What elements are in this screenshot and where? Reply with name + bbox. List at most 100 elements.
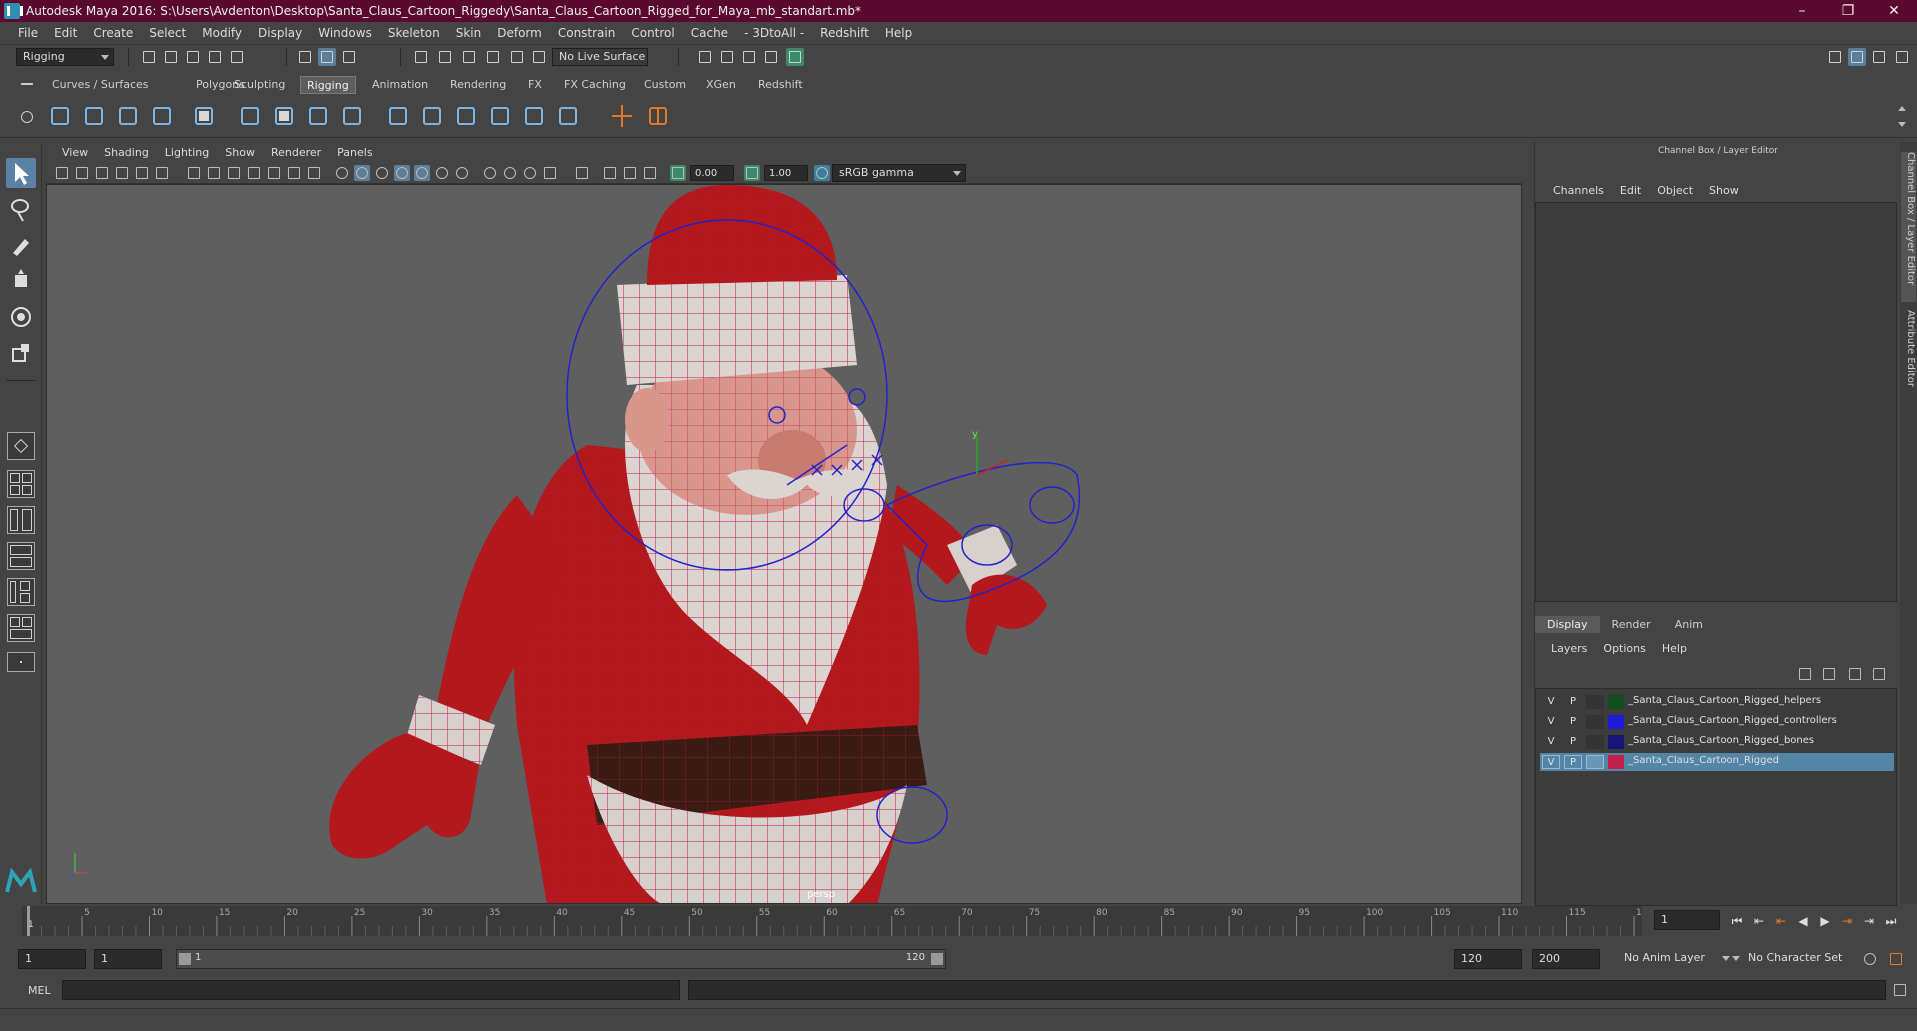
layers-menu[interactable]: Layers <box>1543 642 1595 655</box>
menu-control[interactable]: Control <box>623 26 682 40</box>
single-perspective-layout-icon[interactable] <box>7 432 35 460</box>
select-by-hierarchy-icon[interactable] <box>296 48 314 66</box>
time-slider[interactable]: 5 10 15 20 25 30 35 40 45 50 55 60 65 70 75 80 85 90 95 100… <box>22 906 1653 936</box>
cluster-icon[interactable] <box>338 101 366 131</box>
isolate-select-icon[interactable] <box>574 165 590 181</box>
menu-skin[interactable]: Skin <box>448 26 490 40</box>
select-camera-icon[interactable] <box>54 165 70 181</box>
viewport-menu-panels[interactable]: Panels <box>329 146 380 159</box>
snap-curve-icon[interactable] <box>436 48 454 66</box>
menu-edit[interactable]: Edit <box>46 26 85 40</box>
humanik-icon[interactable] <box>190 101 218 131</box>
go-to-end-icon[interactable]: ⏭ <box>1884 914 1898 928</box>
menu-skeleton[interactable]: Skeleton <box>380 26 448 40</box>
shelf-settings-icon[interactable] <box>18 108 36 126</box>
tab-redshift[interactable]: Redshift <box>752 76 809 94</box>
animation-preferences-icon[interactable] <box>1888 951 1904 967</box>
bind-skin-icon[interactable] <box>236 101 264 131</box>
minimize-button[interactable]: – <box>1779 3 1825 19</box>
motion-blur-icon[interactable] <box>502 165 518 181</box>
safe-title-icon[interactable] <box>306 165 322 181</box>
select-tool-icon[interactable] <box>6 158 36 188</box>
menu-create[interactable]: Create <box>85 26 141 40</box>
layer-type-toggle[interactable] <box>1586 715 1604 729</box>
viewport-menu-shading[interactable]: Shading <box>96 146 157 159</box>
exposure-icon[interactable] <box>670 165 686 181</box>
layer-playback-toggle[interactable]: P <box>1564 755 1582 769</box>
ik-spline-icon[interactable] <box>148 101 176 131</box>
maya-community-icon[interactable] <box>4 866 37 896</box>
open-scene-icon[interactable] <box>162 48 180 66</box>
layer-row[interactable]: V P _Santa_Claus_Cartoon_Rigged_controll… <box>1540 713 1894 731</box>
undo-icon[interactable] <box>206 48 224 66</box>
shadows-icon[interactable] <box>454 165 470 181</box>
viewport-menu-show[interactable]: Show <box>217 146 263 159</box>
play-backwards-icon[interactable]: ◀ <box>1796 914 1810 928</box>
character-set-selector[interactable]: No Character Set <box>1732 950 1858 968</box>
side-tab-channel-box[interactable]: Channel Box / Layer Editor <box>1901 152 1916 302</box>
menu-3dtoall[interactable]: - 3DtoAll - <box>736 26 812 40</box>
outliner-persp-graph-layout-icon[interactable] <box>7 578 35 606</box>
point-constraint-icon[interactable] <box>418 101 446 131</box>
textured-icon[interactable] <box>414 165 430 181</box>
snap-point-icon[interactable] <box>460 48 478 66</box>
go-to-start-icon[interactable]: ⏮ <box>1730 914 1744 928</box>
wireframe-on-shaded-icon[interactable] <box>394 165 410 181</box>
step-forward-frame-icon[interactable]: ⇥ <box>1840 914 1854 928</box>
side-tab-attribute-editor[interactable]: Attribute Editor <box>1901 310 1916 400</box>
2d-pan-zoom-icon[interactable] <box>134 165 150 181</box>
persp-graph-layout-icon[interactable] <box>7 542 35 570</box>
gate-mask-icon[interactable] <box>246 165 262 181</box>
layer-visibility-toggle[interactable]: V <box>1542 755 1560 769</box>
help-menu[interactable]: Help <box>1654 642 1695 655</box>
color-management-icon[interactable] <box>814 165 830 181</box>
default-material-icon[interactable] <box>374 165 390 181</box>
layer-visibility-toggle[interactable]: V <box>1542 735 1560 749</box>
new-scene-icon[interactable] <box>140 48 158 66</box>
grease-pencil-icon[interactable] <box>154 165 170 181</box>
tab-rigging[interactable]: Rigging <box>300 76 356 94</box>
script-editor-icon[interactable] <box>1892 982 1908 998</box>
smooth-shade-icon[interactable] <box>354 165 370 181</box>
shelf-menu-icon[interactable] <box>18 76 36 94</box>
render-settings-icon[interactable] <box>762 48 780 66</box>
layer-type-toggle[interactable] <box>1586 755 1604 769</box>
layer-playback-toggle[interactable]: P <box>1564 715 1582 729</box>
maximize-button[interactable]: ❐ <box>1825 3 1871 19</box>
paint-select-tool-icon[interactable] <box>6 230 36 260</box>
use-all-lights-icon[interactable] <box>434 165 450 181</box>
move-layer-down-icon[interactable] <box>1821 666 1837 682</box>
tool-settings-toggle-icon[interactable] <box>1870 48 1888 66</box>
close-button[interactable]: ✕ <box>1871 3 1917 19</box>
playback-start-field[interactable]: 1 <box>18 949 86 969</box>
layer-color-swatch[interactable] <box>1608 735 1624 749</box>
step-back-frame-icon[interactable]: ⇤ <box>1774 914 1788 928</box>
gamma-field[interactable]: 1.00 <box>764 165 808 181</box>
new-layer-from-selection-icon[interactable] <box>1871 666 1887 682</box>
current-frame-field[interactable]: 1 <box>1654 910 1720 930</box>
history-icon[interactable] <box>530 48 548 66</box>
render-view-icon[interactable] <box>696 48 714 66</box>
tab-fx-caching[interactable]: FX Caching <box>558 76 632 94</box>
edit-menu[interactable]: Edit <box>1612 184 1649 197</box>
layer-type-toggle[interactable] <box>1586 735 1604 749</box>
menu-constrain[interactable]: Constrain <box>550 26 624 40</box>
select-by-component-icon[interactable] <box>340 48 358 66</box>
menu-display[interactable]: Display <box>250 26 310 40</box>
xray-icon[interactable] <box>602 165 618 181</box>
show-menu[interactable]: Show <box>1701 184 1747 197</box>
live-surface-field[interactable]: No Live Surface <box>552 48 648 66</box>
tab-display[interactable]: Display <box>1535 616 1600 633</box>
new-empty-layer-icon[interactable] <box>1847 666 1863 682</box>
insert-joint-icon[interactable] <box>80 101 108 131</box>
depth-of-field-icon[interactable] <box>542 165 558 181</box>
tab-rendering[interactable]: Rendering <box>444 76 512 94</box>
tab-custom[interactable]: Custom <box>638 76 692 94</box>
colorspace-selector[interactable]: sRGB gamma <box>832 164 966 182</box>
grid-toggle-icon[interactable] <box>186 165 202 181</box>
tab-anim[interactable]: Anim <box>1663 616 1715 633</box>
play-forwards-icon[interactable]: ▶ <box>1818 914 1832 928</box>
snap-view-plane-icon[interactable] <box>484 48 502 66</box>
image-plane-icon[interactable] <box>114 165 130 181</box>
layer-color-swatch[interactable] <box>1608 755 1624 769</box>
